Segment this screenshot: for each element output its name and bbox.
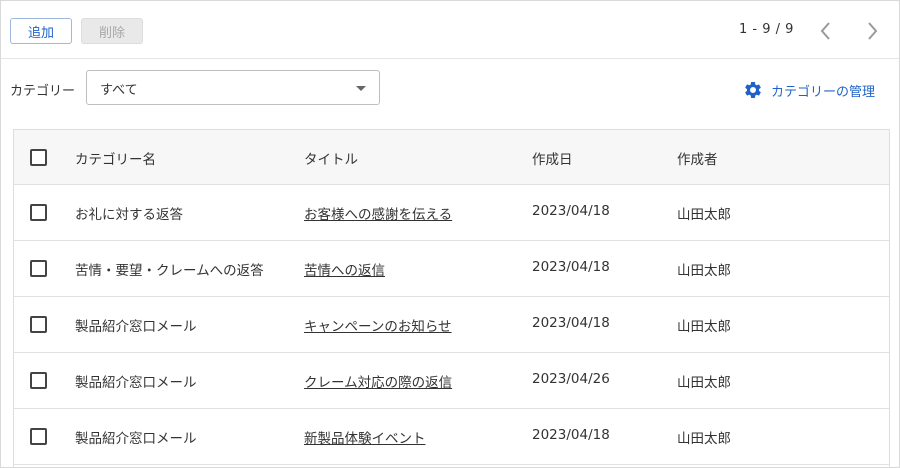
select-all-checkbox[interactable] (30, 149, 47, 166)
row-created-date: 2023/04/18 (532, 315, 610, 331)
category-filter-label: カテゴリー (10, 84, 76, 99)
row-checkbox[interactable] (30, 372, 47, 389)
chevron-left-icon[interactable] (815, 19, 837, 43)
row-author: 山田太郎 (677, 263, 731, 279)
row-category: 製品紹介窓口メール (75, 375, 197, 391)
column-header-created: 作成日 (532, 152, 573, 168)
row-category: 苦情・要望・クレームへの返答 (75, 263, 264, 279)
row-category: お礼に対する返答 (75, 207, 183, 223)
chevron-right-icon[interactable] (861, 19, 883, 43)
row-author: 山田太郎 (677, 431, 731, 447)
table-row: お礼に対する返答 お客様への感謝を伝える 2023/04/18 山田太郎 (14, 185, 889, 241)
table-header-row: カテゴリー名 タイトル 作成日 作成者 (14, 130, 889, 185)
table-row: 製品紹介窓口メール キャンペーンのお知らせ 2023/04/18 山田太郎 (14, 297, 889, 353)
row-title-link[interactable]: キャンペーンのお知らせ (304, 315, 452, 335)
category-select-value: すべて (100, 83, 138, 98)
row-created-date: 2023/04/18 (532, 203, 610, 219)
template-table: カテゴリー名 タイトル 作成日 作成者 お礼に対する返答 お客様への感謝を伝える… (13, 129, 890, 468)
row-title-link[interactable]: 苦情への返信 (304, 259, 385, 279)
row-title-link[interactable]: 新製品体験イベント (304, 427, 426, 447)
column-header-author: 作成者 (677, 152, 718, 168)
manage-categories-link[interactable]: カテゴリーの管理 (743, 80, 875, 100)
row-author: 山田太郎 (677, 375, 731, 391)
column-header-title: タイトル (304, 152, 358, 168)
table-row: 苦情・要望・クレームへの返答 苦情への返信 2023/04/18 山田太郎 (14, 241, 889, 297)
row-author: 山田太郎 (677, 319, 731, 335)
category-select[interactable]: すべて (86, 70, 380, 105)
pagination-text: 1 - 9 / 9 (739, 22, 794, 37)
column-header-category: カテゴリー名 (75, 152, 156, 168)
filter-row: カテゴリー すべて カテゴリーの管理 (1, 60, 899, 118)
table-row: 製品紹介窓口メール クレーム対応の際の返信 2023/04/26 山田太郎 (14, 353, 889, 409)
row-title-link[interactable]: お客様への感謝を伝える (304, 203, 452, 223)
toolbar: 追加 削除 1 - 9 / 9 (1, 1, 899, 59)
row-author: 山田太郎 (677, 207, 731, 223)
row-checkbox[interactable] (30, 428, 47, 445)
row-checkbox[interactable] (30, 204, 47, 221)
delete-button[interactable]: 削除 (81, 18, 143, 44)
row-checkbox[interactable] (30, 316, 47, 333)
row-category: 製品紹介窓口メール (75, 431, 197, 447)
row-created-date: 2023/04/18 (532, 427, 610, 443)
row-title-link[interactable]: クレーム対応の際の返信 (304, 371, 452, 391)
row-created-date: 2023/04/26 (532, 371, 610, 387)
gear-icon (745, 81, 761, 98)
caret-down-icon (356, 86, 366, 91)
manage-categories-label: カテゴリーの管理 (771, 84, 876, 100)
row-category: 製品紹介窓口メール (75, 319, 197, 335)
row-checkbox[interactable] (30, 260, 47, 277)
add-button[interactable]: 追加 (10, 18, 72, 44)
row-created-date: 2023/04/18 (532, 259, 610, 275)
table-row: 製品紹介窓口メール 新製品体験イベント 2023/04/18 山田太郎 (14, 409, 889, 465)
